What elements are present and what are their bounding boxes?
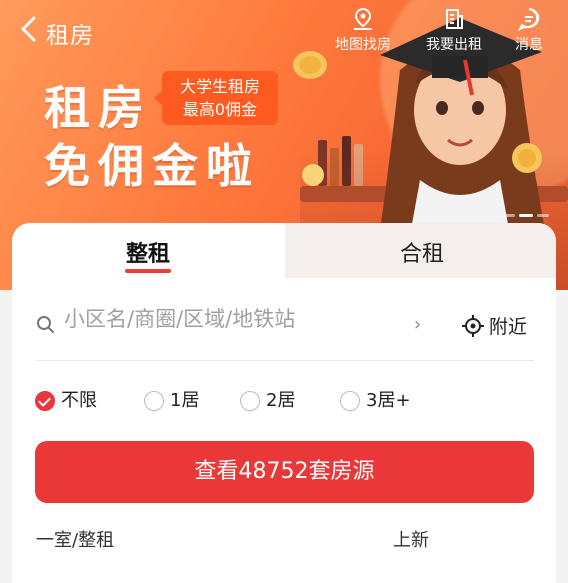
filter-unlimited[interactable]: 不限 bbox=[35, 388, 97, 414]
divider bbox=[36, 360, 534, 361]
radio-icon bbox=[144, 391, 164, 411]
coin-icon bbox=[512, 143, 542, 173]
promo-tag: 大学生租房 最高0佣金 bbox=[154, 71, 278, 125]
checked-radio-icon bbox=[35, 391, 55, 411]
filter-label: 不限 bbox=[61, 390, 97, 411]
filter-label: 2居 bbox=[266, 390, 296, 411]
radio-icon bbox=[340, 391, 360, 411]
carousel-dot-active bbox=[519, 214, 533, 217]
building-icon bbox=[446, 9, 463, 29]
list-rental-button[interactable]: 我要出租 bbox=[418, 6, 490, 54]
bottom-right-link[interactable]: 上新 bbox=[393, 526, 429, 552]
promo-line2: 最高0佣金 bbox=[182, 100, 258, 119]
map-search-label: 地图找房 bbox=[335, 37, 391, 53]
messages-button[interactable]: 消息 bbox=[493, 6, 565, 54]
map-search-button[interactable]: 地图找房 bbox=[327, 6, 399, 54]
banner-headline-line2: 免佣金啦 bbox=[44, 139, 260, 193]
carousel-dot bbox=[503, 214, 515, 217]
carousel-indicator bbox=[503, 202, 553, 221]
view-listings-button[interactable]: 查看48752套房源 bbox=[35, 441, 534, 503]
filter-label: 1居 bbox=[170, 390, 200, 411]
chevron-left-icon bbox=[21, 16, 36, 42]
bottom-left-link[interactable]: 一室/整租 bbox=[36, 526, 114, 552]
filter-2-room[interactable]: 2居 bbox=[240, 388, 295, 414]
page-title: 租房 bbox=[46, 23, 94, 49]
radio-icon bbox=[240, 391, 260, 411]
search-input[interactable] bbox=[64, 307, 414, 331]
coin-icon bbox=[302, 164, 324, 186]
nearby-label: 附近 bbox=[489, 316, 528, 338]
map-pin-icon bbox=[354, 7, 372, 30]
filter-1-room[interactable]: 1居 bbox=[144, 388, 199, 414]
search-bar[interactable] bbox=[36, 305, 426, 345]
promo-line1: 大学生租房 bbox=[179, 77, 260, 96]
search-icon bbox=[37, 316, 54, 333]
back-button[interactable] bbox=[14, 14, 44, 44]
carousel-dot bbox=[537, 214, 549, 217]
chevron-right-icon: › bbox=[414, 314, 422, 335]
active-tab-indicator bbox=[125, 269, 171, 273]
messages-label: 消息 bbox=[515, 37, 543, 53]
message-icon bbox=[517, 8, 540, 31]
tab-shared-rent[interactable]: 合租 bbox=[374, 236, 470, 268]
list-rental-label: 我要出租 bbox=[426, 37, 482, 53]
banner-headline-line1: 租房 bbox=[44, 81, 152, 135]
filter-label: 3居+ bbox=[366, 390, 411, 411]
nearby-button[interactable]: 附近 bbox=[461, 312, 527, 339]
tab-whole-rent[interactable]: 整租 bbox=[100, 236, 196, 268]
top-nav: 租房 地图找房 我要出租 消息 bbox=[0, 0, 568, 60]
locate-icon bbox=[462, 315, 484, 337]
filter-3-plus-room[interactable]: 3居+ bbox=[340, 388, 411, 414]
